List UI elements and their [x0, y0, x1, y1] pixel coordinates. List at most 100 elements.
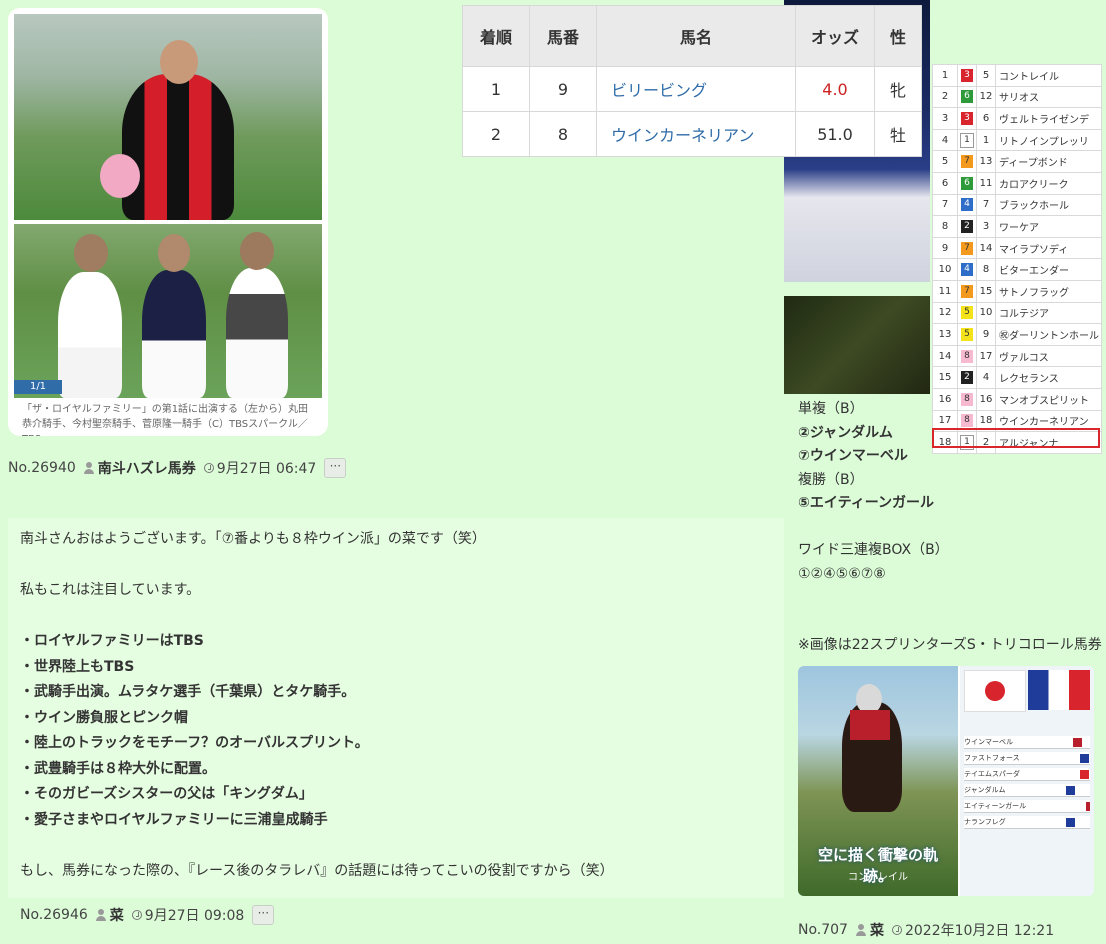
entry-waku-cell: 7: [957, 236, 977, 260]
entry-waku-cell: 2: [957, 215, 977, 238]
clock-icon: [131, 910, 142, 920]
cell-sex: 牡: [874, 111, 922, 157]
entry-row: 8 2 3 ワーケア: [932, 215, 1102, 238]
tricolore-ticket: ウインマーベル ファストフォース テイエムスパーダ ジャンダルム エイティーンガール ナラ…: [960, 666, 1094, 896]
waku-badge: 2: [961, 371, 973, 385]
entry-waku-cell: 2: [957, 366, 977, 389]
results-header-row: 着順 馬番 馬名 オッズ 性: [462, 5, 922, 67]
entry-row: 14 8 17 ヴァルコス: [932, 344, 1102, 368]
post-number[interactable]: No.707: [798, 922, 848, 938]
post-author[interactable]: 菜: [95, 905, 124, 925]
entry-order: 4: [932, 128, 958, 152]
photo-gap: [784, 282, 930, 296]
entry-order: 12: [932, 301, 958, 325]
pick-line: ②ジャンダルム: [798, 424, 893, 441]
entry-umaban: 12: [976, 85, 996, 109]
entry-umaban: 5: [976, 64, 996, 87]
bullet-line: ・陸上のトラックをモチーフ？のオーバルスプリント。: [20, 735, 369, 751]
time-text: 9月27日 06:47: [216, 461, 317, 477]
entry-row: 2 6 12 サリオス: [932, 85, 1102, 109]
entry-horse-name: カロアクリーク: [995, 171, 1102, 195]
results-row: 2 8 ウインカーネリアン 51.0 牡: [462, 111, 922, 157]
post-author[interactable]: 菜: [855, 920, 884, 940]
france-flag-icon: [1028, 670, 1090, 710]
entry-waku-cell: 5: [957, 323, 977, 346]
news-photo-card[interactable]: 1/1 「ザ・ロイヤルファミリー」の第1話に出演する（左から）丸田恭介騎手、今村…: [8, 8, 328, 436]
waku-badge: 4: [961, 263, 973, 277]
post-number[interactable]: No.26940: [8, 460, 76, 476]
betting-picks: 単複（B） ②ジャンダルム ⑦ウインマーベル 複勝（B） ⑤エイティーンガール ワイド三連…: [798, 398, 1098, 586]
cell-number: 9: [529, 66, 597, 112]
cell-odds: 4.0: [795, 66, 875, 112]
header-rank: 着順: [462, 5, 530, 67]
entry-waku-cell: 6: [957, 85, 977, 109]
waku-badge: 5: [961, 306, 973, 320]
entry-umaban: 4: [976, 366, 996, 389]
text-line: 私もこれは注目しています。: [20, 582, 201, 598]
clock-icon: [891, 925, 902, 935]
entry-umaban: 1: [976, 128, 996, 152]
bullet-line: ・ウイン勝負服とピンク帽: [20, 709, 188, 726]
entry-umaban: 13: [976, 150, 996, 173]
entry-order: 5: [932, 150, 958, 173]
horse-name-link[interactable]: ビリービング: [596, 66, 796, 112]
entry-row: 11 7 15 サトノフラッグ: [932, 279, 1102, 303]
post-number[interactable]: No.26946: [20, 907, 88, 923]
post-author[interactable]: 南斗ハズレ馬券: [83, 458, 196, 478]
jockey-silk-icon: [1073, 737, 1082, 747]
entry-order: 3: [932, 107, 958, 130]
entry-order: 7: [932, 193, 958, 217]
ticket-horse-name: ナランフレグ: [964, 818, 1006, 826]
post-time: 9月27日 06:47: [203, 458, 317, 478]
post-meta-26946: No.26946 菜 9月27日 09:08 ···: [20, 905, 275, 925]
clock-icon: [203, 463, 214, 473]
ticket-row: ナランフレグ: [964, 816, 1090, 829]
entry-waku-cell: 1: [957, 128, 977, 152]
entry-order: 11: [932, 279, 958, 303]
bullet-line: ・そのガビーズシスターの父は「キングダム」: [20, 786, 313, 802]
jockey-silk-icon: [1065, 785, 1075, 795]
entry-order: 15: [932, 366, 958, 389]
entry-horse-name: ビターエンダー: [995, 258, 1102, 281]
entry-waku-cell: 6: [957, 171, 977, 195]
race-poster-image[interactable]: 空に描く衝撃の軌跡。 コントレイル ウインマーベル ファストフォース テイエムスパー…: [798, 666, 1094, 896]
user-icon: [83, 462, 94, 474]
waku-badge: 3: [961, 111, 973, 125]
header-odds: オッズ: [795, 5, 875, 67]
entry-horse-name: リトノインプレッリ: [995, 128, 1102, 152]
more-options-button[interactable]: ···: [324, 458, 347, 478]
entry-row: 4 1 1 リトノインプレッリ: [932, 128, 1102, 152]
entry-row: 13 5 9 ㊗ダーリントンホール: [932, 323, 1102, 346]
entry-umaban: 3: [976, 215, 996, 238]
entry-horse-name: コントレイル: [995, 64, 1102, 87]
entry-row: 15 2 4 レクセランス: [932, 366, 1102, 389]
entry-row: 10 4 8 ビターエンダー: [932, 258, 1102, 281]
jockey-photo: [14, 14, 322, 220]
race-entries-table: 1 3 5 コントレイル 2 6 12 サリオス 3 3 6 ヴェルトライゼンデ 4 1 1 リトノインプレッ…: [932, 64, 1102, 454]
waku-badge: 4: [961, 198, 973, 212]
bullet-line: ・世界陸上もTBS: [20, 658, 135, 675]
entry-waku-cell: 3: [957, 64, 977, 87]
entry-horse-name: ヴェルトライゼンデ: [995, 107, 1102, 130]
cell-rank: 2: [462, 111, 530, 157]
jockey-silk-icon: [1079, 769, 1089, 779]
more-options-button[interactable]: ···: [252, 905, 275, 925]
entry-row: 5 7 13 ディープボンド: [932, 150, 1102, 173]
jockey-silk-icon: [1079, 753, 1089, 763]
reply-post-body: 南斗さんおはようございます。「⑦番よりも８枠ウイン派」の菜です（笑） 私もこれは注…: [8, 518, 784, 898]
entry-order: 1: [932, 64, 958, 87]
post-meta-707: No.707 菜 2022年10月2日 12:21: [798, 920, 1054, 940]
horse-photo-dark: [784, 296, 930, 394]
waku-badge: 5: [961, 327, 973, 341]
entry-horse-name: マイラプソディ: [995, 236, 1102, 260]
entry-horse-name: コルテジア: [995, 301, 1102, 325]
waku-badge: 7: [961, 241, 973, 255]
entry-row: 7 4 7 ブラックホール: [932, 193, 1102, 217]
entry-row: 1 3 5 コントレイル: [932, 64, 1102, 87]
pick-line: ⑦ウインマーベル: [798, 448, 908, 464]
horse-name-link[interactable]: ウインカーネリアン: [596, 111, 796, 157]
japan-flag-icon: [964, 670, 1026, 712]
author-name: 南斗ハズレ馬券: [97, 461, 196, 477]
